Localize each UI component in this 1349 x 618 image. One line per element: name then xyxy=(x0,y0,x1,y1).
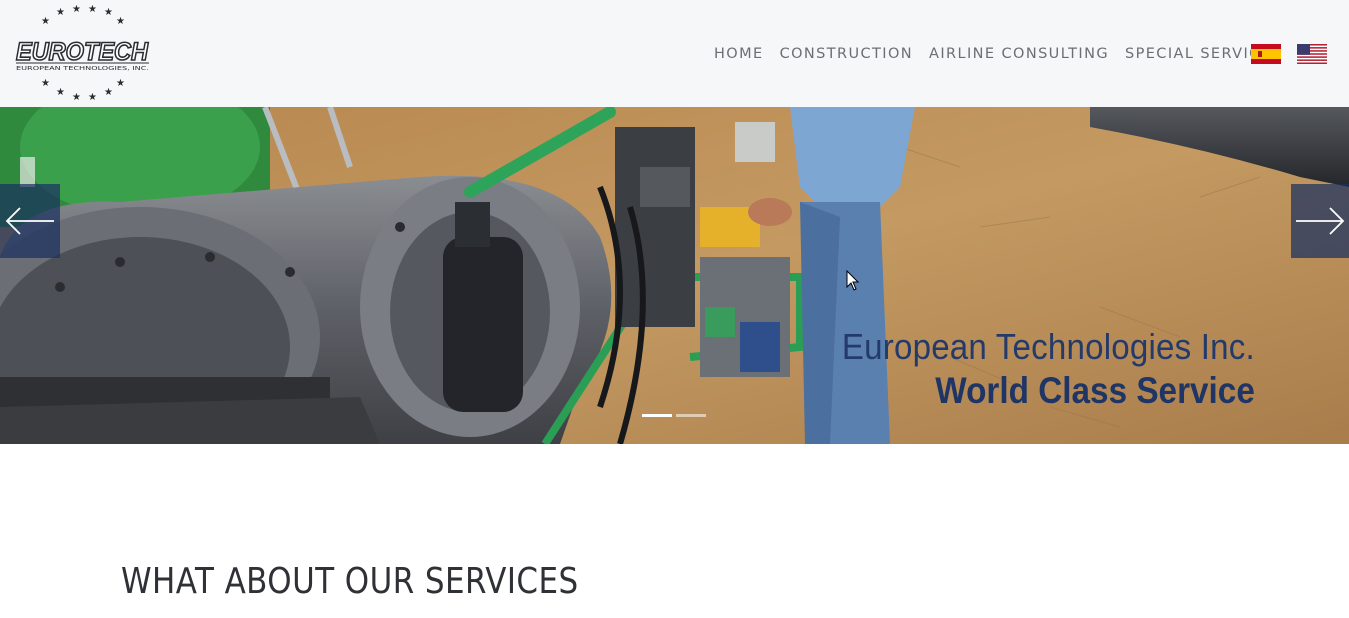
nav-airline-consulting[interactable]: AIRLINE CONSULTING xyxy=(929,46,1109,62)
slider-next-button[interactable] xyxy=(1291,184,1349,258)
nav-construction[interactable]: CONSTRUCTION xyxy=(780,46,913,62)
hero-caption-subtitle: European Technologies Inc. xyxy=(842,326,1255,367)
svg-text:★: ★ xyxy=(116,16,125,27)
svg-text:★: ★ xyxy=(116,78,125,89)
main-nav: HOME CONSTRUCTION AIRLINE CONSULTING SPE… xyxy=(706,44,1290,64)
svg-text:★: ★ xyxy=(41,16,50,27)
hero-caption-title: World Class Service xyxy=(935,370,1255,411)
arrow-right-icon xyxy=(1296,207,1345,235)
site-header: ★ ★ ★ ★ ★ ★ ★ ★ ★ ★ ★ ★ EUROTECH EUROPEAN TECHNO… xyxy=(0,0,1349,107)
spain-flag-icon[interactable] xyxy=(1251,44,1281,64)
nav-home[interactable]: HOME xyxy=(714,46,764,62)
arrow-left-icon xyxy=(5,207,54,235)
svg-text:★: ★ xyxy=(104,7,113,18)
svg-text:★: ★ xyxy=(41,78,50,89)
svg-text:★: ★ xyxy=(56,7,65,18)
slider-prev-button[interactable] xyxy=(0,184,60,258)
svg-text:★: ★ xyxy=(104,87,113,98)
slide-indicator-1[interactable] xyxy=(642,414,672,417)
logo-subtitle: EUROPEAN TECHNOLOGIES, INC. xyxy=(16,66,149,72)
hero-slider: European Technologies Inc. World Class S… xyxy=(0,107,1349,444)
svg-text:★: ★ xyxy=(56,87,65,98)
slide-indicator-2[interactable] xyxy=(676,414,706,417)
mouse-pointer-icon xyxy=(846,270,860,291)
slider-indicators xyxy=(642,414,706,417)
logo-wordmark: EUROTECH xyxy=(16,38,149,66)
hero-caption: European Technologies Inc. World Class S… xyxy=(806,325,1255,413)
svg-text:★: ★ xyxy=(88,4,97,15)
usa-flag-icon[interactable] xyxy=(1297,44,1327,64)
services-heading: WHAT ABOUT OUR SERVICES xyxy=(121,561,579,602)
svg-text:★: ★ xyxy=(88,92,97,102)
eurotech-logo[interactable]: ★ ★ ★ ★ ★ ★ ★ ★ ★ ★ ★ ★ EUROTECH EUROPEAN TECHNO… xyxy=(14,4,152,102)
svg-text:★: ★ xyxy=(72,92,81,102)
svg-text:★: ★ xyxy=(72,4,81,15)
